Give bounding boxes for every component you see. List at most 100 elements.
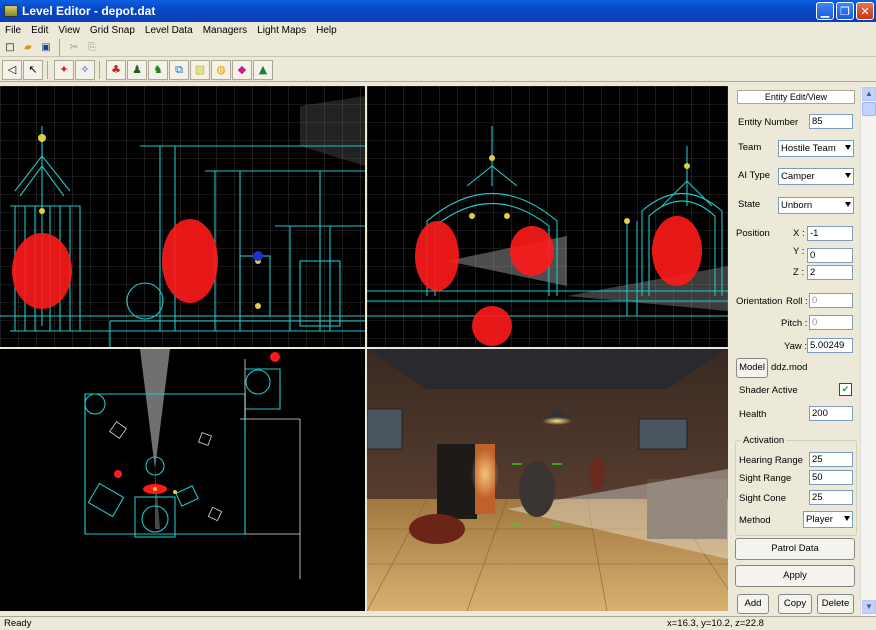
menu-help[interactable]: Help <box>311 25 342 36</box>
ai-type-dropdown[interactable]: Camper <box>778 168 854 185</box>
menu-level-data[interactable]: Level Data <box>140 25 198 36</box>
perspective-viewport[interactable] <box>367 349 728 611</box>
patrol-data-button[interactable]: Patrol Data <box>735 538 855 560</box>
save-icon[interactable]: ▣ <box>38 40 54 56</box>
maximize-button[interactable]: ❐ <box>836 2 854 20</box>
cursor-coordinates: x=16.3, y=10.2, z=22.8 <box>667 618 764 629</box>
front-wireframe <box>0 86 365 347</box>
panel-scrollbar[interactable]: ▲ ▼ <box>860 86 876 616</box>
chevron-down-icon <box>845 173 851 178</box>
menu-edit[interactable]: Edit <box>26 25 53 36</box>
add-button[interactable]: Add <box>737 594 769 614</box>
menu-file[interactable]: File <box>0 25 26 36</box>
side-wireframe <box>367 86 728 347</box>
orientation-label: Orientation <box>736 296 783 307</box>
brush-icon[interactable]: ▧ <box>190 59 210 80</box>
sight-cone-label: Sight Cone <box>739 493 787 504</box>
apply-button[interactable]: Apply <box>735 565 855 587</box>
position-z-field[interactable]: 2 <box>807 265 853 280</box>
menu-view[interactable]: View <box>53 25 85 36</box>
sight-range-field[interactable]: 50 <box>809 470 853 485</box>
toolbar-separator <box>59 38 63 57</box>
yaw-label: Yaw : <box>784 341 808 352</box>
top-wireframe <box>84 349 301 579</box>
team-dropdown[interactable]: Hostile Team <box>778 140 854 157</box>
sight-cone-field[interactable]: 25 <box>809 490 853 505</box>
ai-type-value: Camper <box>781 171 815 182</box>
activation-label: Activation <box>741 435 787 446</box>
chevron-down-icon <box>845 145 851 150</box>
copy-button[interactable]: Copy <box>778 594 812 614</box>
front-viewport[interactable] <box>0 86 365 347</box>
entity-icon[interactable]: ♞ <box>148 59 168 80</box>
arrow-left-icon[interactable]: ◁ <box>2 59 22 80</box>
gem-icon[interactable]: ◆ <box>232 59 252 80</box>
minimize-button[interactable]: ▁ <box>816 2 834 20</box>
sight-range-label: Sight Range <box>739 473 792 484</box>
state-value: Unborn <box>781 200 813 211</box>
person-icon[interactable]: ♟ <box>127 59 147 80</box>
state-label: State <box>738 199 761 210</box>
shader-active-label: Shader Active <box>739 385 798 396</box>
model-button[interactable]: Model <box>736 358 768 378</box>
perspective-render <box>367 349 728 611</box>
roll-label: Roll : <box>786 296 808 307</box>
panel-title: Entity Edit/View <box>737 90 855 104</box>
scroll-up-icon[interactable]: ▲ <box>862 87 876 101</box>
position-x-field[interactable]: -1 <box>807 226 853 241</box>
new-file-icon[interactable]: □ <box>2 40 18 56</box>
pipe-icon[interactable]: ⧉ <box>169 59 189 80</box>
chevron-down-icon <box>845 202 851 207</box>
position-label: Position <box>736 228 770 239</box>
menu-managers[interactable]: Managers <box>198 25 252 36</box>
select-pointer-icon[interactable]: ↖ <box>23 59 43 80</box>
yaw-field[interactable]: 5.00249 <box>807 338 853 353</box>
top-viewport[interactable] <box>0 349 365 611</box>
scroll-down-icon[interactable]: ▼ <box>862 600 876 614</box>
chevron-down-icon <box>844 516 850 521</box>
title-bar[interactable]: Level Editor - depot.dat ▁ ❐ ✕ <box>0 0 876 22</box>
side-viewport[interactable] <box>367 86 728 347</box>
shader-active-checkbox[interactable]: ✔ <box>839 383 852 396</box>
toolbar-separator <box>47 60 51 79</box>
character-icon[interactable]: ♣ <box>106 59 126 80</box>
close-button[interactable]: ✕ <box>856 2 874 20</box>
position-y-field[interactable]: 0 <box>807 248 853 263</box>
status-bar: Ready x=16.3, y=10.2, z=22.8 <box>0 616 876 630</box>
status-text: Ready <box>4 618 32 629</box>
ai-type-label: AI Type <box>738 170 771 181</box>
tools-toolbar: ◁ ↖ ✦ ✧ ♣ ♟ ♞ ⧉ ▧ ◍ ◆ ▲ <box>0 58 876 82</box>
health-label: Health <box>739 409 767 420</box>
scroll-thumb[interactable] <box>862 102 876 116</box>
copy-icon[interactable]: ⎘ <box>84 40 100 56</box>
pitch-label: Pitch : <box>781 318 808 329</box>
z-label: Z : <box>793 267 805 278</box>
team-value: Hostile Team <box>781 143 836 154</box>
landscape-icon[interactable]: ▲ <box>253 59 273 80</box>
light-icon[interactable]: ◍ <box>211 59 231 80</box>
pitch-field[interactable]: 0 <box>809 315 853 330</box>
app-icon <box>4 5 18 17</box>
entity-number-field[interactable]: 85 <box>809 114 853 129</box>
vertex-alt-icon[interactable]: ✧ <box>75 59 95 80</box>
method-dropdown[interactable]: Player <box>803 511 853 528</box>
method-label: Method <box>739 515 771 526</box>
roll-field[interactable]: 0 <box>809 293 853 308</box>
cut-icon[interactable]: ✂ <box>66 40 82 56</box>
menu-bar: File Edit View Grid Snap Level Data Mana… <box>0 22 876 39</box>
menu-light-maps[interactable]: Light Maps <box>252 25 311 36</box>
window-title: Level Editor - depot.dat <box>22 4 156 18</box>
x-label: X : <box>793 228 805 239</box>
toolbar-separator <box>99 60 103 79</box>
state-dropdown[interactable]: Unborn <box>778 197 854 214</box>
team-label: Team <box>738 142 762 153</box>
delete-button[interactable]: Delete <box>817 594 854 614</box>
health-field[interactable]: 200 <box>809 406 853 421</box>
hearing-range-field[interactable]: 25 <box>809 452 853 467</box>
vertex-icon[interactable]: ✦ <box>54 59 74 80</box>
hearing-range-label: Hearing Range <box>739 455 803 466</box>
model-file-value: ddz.mod <box>771 362 808 373</box>
entity-number-label: Entity Number <box>738 117 799 128</box>
open-folder-icon[interactable]: ▰ <box>20 40 36 56</box>
menu-grid-snap[interactable]: Grid Snap <box>85 25 140 36</box>
